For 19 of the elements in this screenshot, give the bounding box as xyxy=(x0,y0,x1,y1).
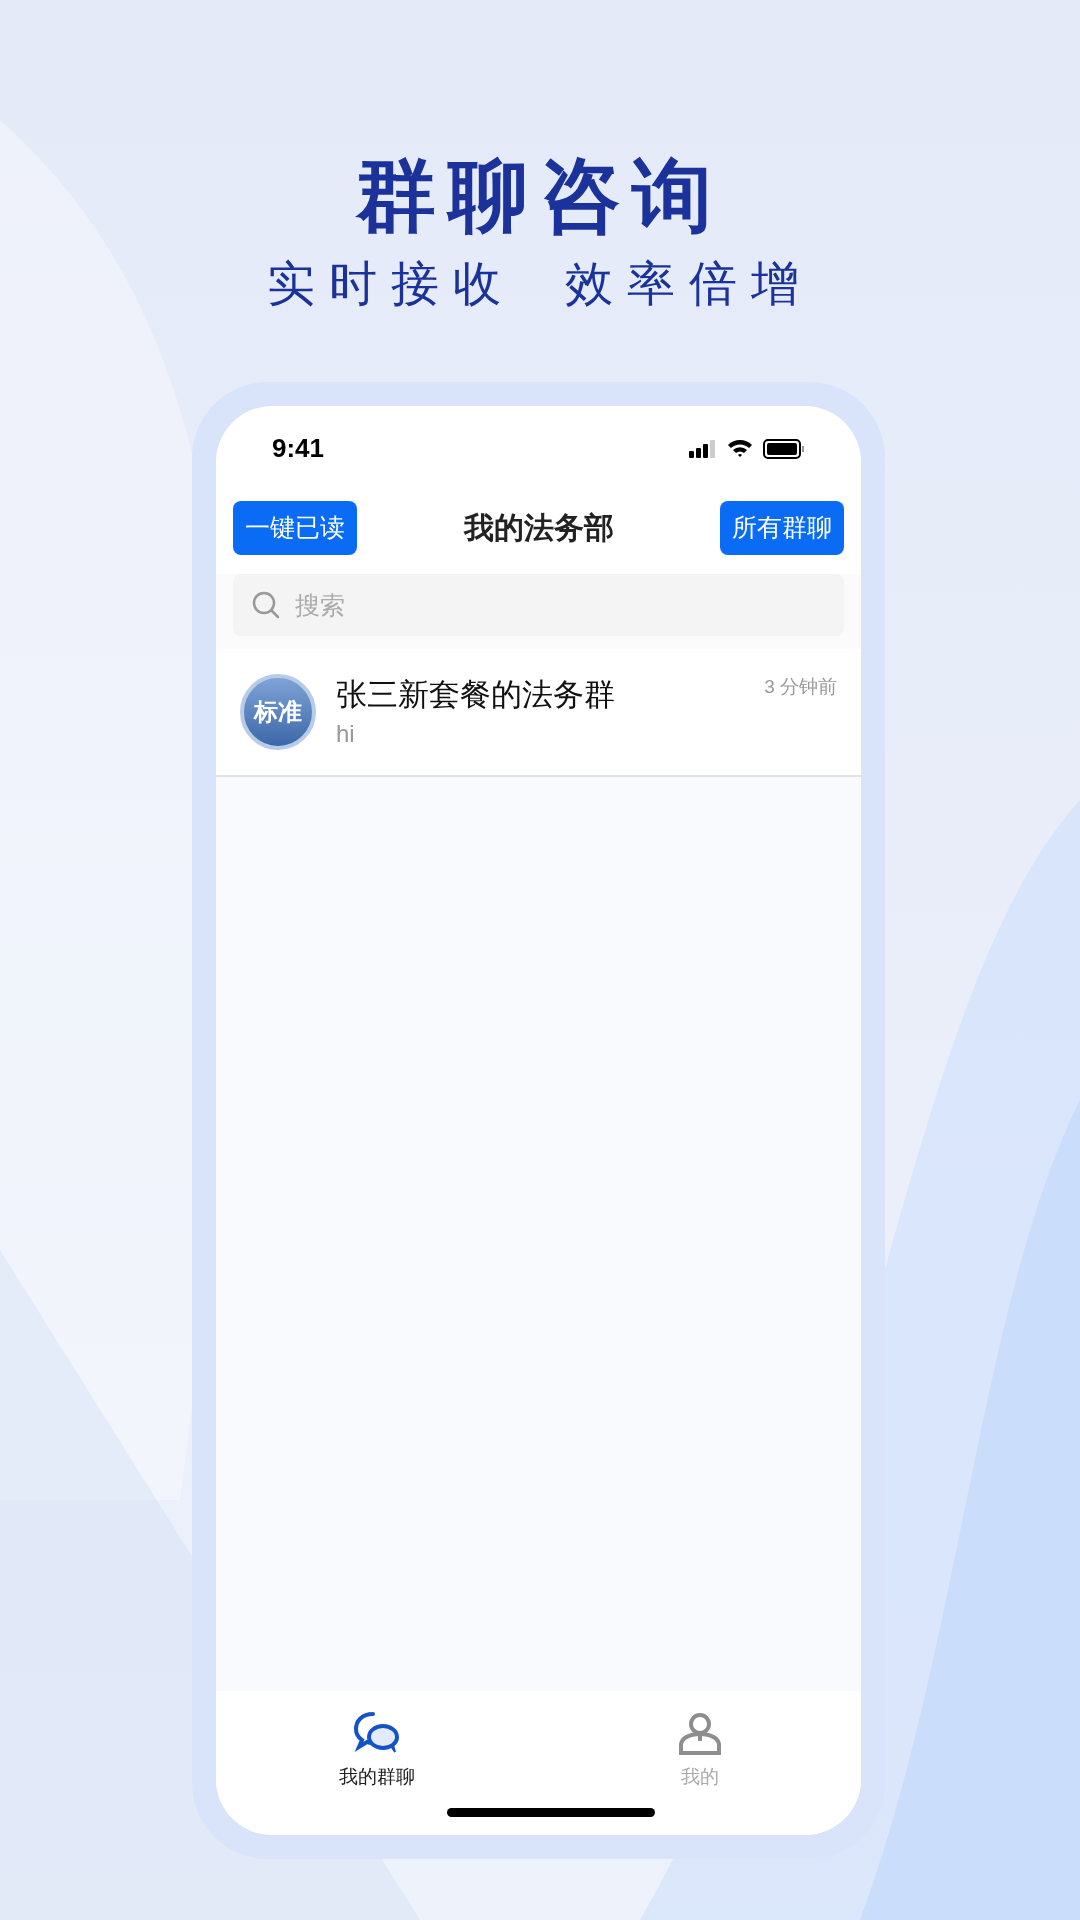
tagline-text: 效率倍增 xyxy=(565,256,813,312)
mark-all-read-button[interactable]: 一键已读 xyxy=(233,500,357,555)
signal-icon xyxy=(689,439,717,458)
headline: 群聊咨询 xyxy=(356,150,724,242)
search-field[interactable]: 搜索 xyxy=(233,574,844,636)
group-avatar: 标准 xyxy=(240,674,316,750)
page-title: 我的法务部 xyxy=(463,510,614,546)
wifi-icon xyxy=(727,439,753,458)
status-time: 9:41 xyxy=(272,432,325,465)
chat-bubbles-icon xyxy=(353,1711,402,1755)
all-groups-button[interactable]: 所有群聊 xyxy=(720,500,844,555)
person-icon xyxy=(677,1711,722,1755)
chat-time: 3 分钟前 xyxy=(764,675,837,699)
chat-name: 张三新套餐的法务群 xyxy=(336,676,616,714)
tagline-text: 实时接收 xyxy=(267,256,515,312)
tab-item[interactable]: 我的群聊 xyxy=(216,1711,539,1792)
chat-preview: hi xyxy=(336,720,356,748)
battery-icon xyxy=(763,438,805,459)
search-icon xyxy=(251,590,281,620)
